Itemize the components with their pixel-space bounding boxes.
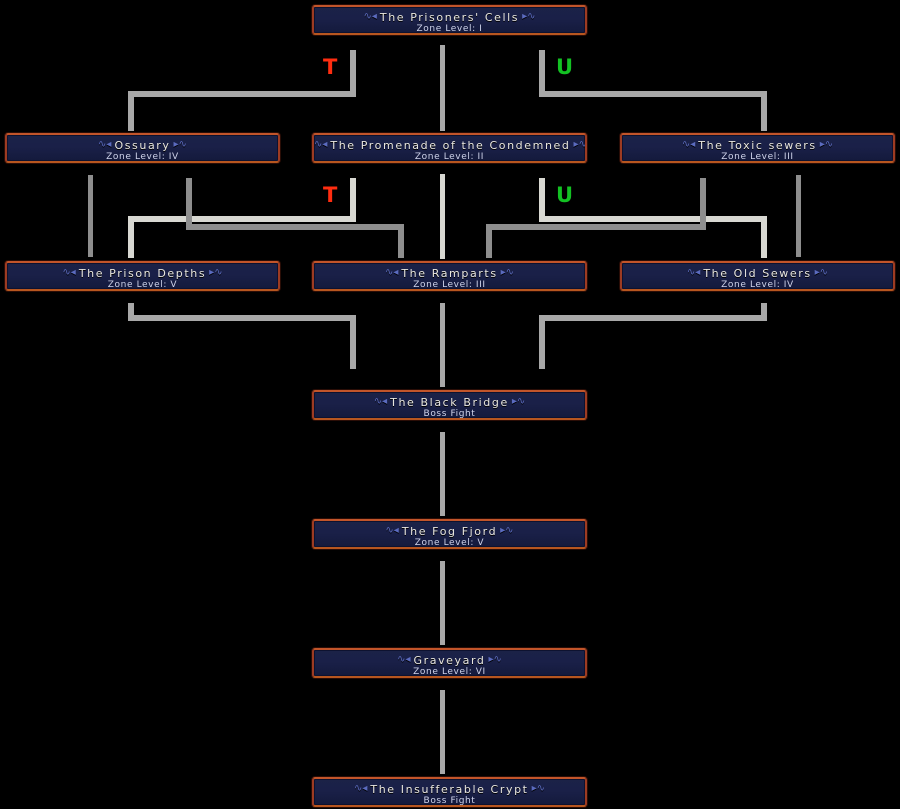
zone-map: T U T U ∿◂ The Prisoners' Cells ▸∿ Zone Le… xyxy=(0,0,900,809)
flourish-right-icon: ▸∿ xyxy=(488,654,502,665)
zone-level: Zone Level: I xyxy=(416,24,483,34)
zone-title: ∿◂ The Promenade of the Condemned ▸∿ xyxy=(314,139,587,152)
edge-ossuary-to-prison-depths xyxy=(88,175,93,257)
edge-cells-to-sewers-horizontal xyxy=(539,91,767,97)
zone-level: Zone Level: VI xyxy=(413,667,486,677)
zone-level: Boss Fight xyxy=(423,409,476,419)
flourish-right-icon: ▸∿ xyxy=(573,139,587,150)
zone-node-ramparts[interactable]: ∿◂ The Ramparts ▸∿ Zone Level: III xyxy=(312,261,587,291)
zone-title: ∿◂ Ossuary ▸∿ xyxy=(98,139,187,152)
edge-cells-to-promenade xyxy=(440,45,445,131)
edge-ramparts-to-black-bridge xyxy=(440,303,445,387)
zone-node-promenade[interactable]: ∿◂ The Promenade of the Condemned ▸∿ Zone … xyxy=(312,133,587,163)
zone-level: Zone Level: V xyxy=(107,280,178,290)
flourish-right-icon: ▸∿ xyxy=(500,525,514,536)
zone-node-toxic-sewers[interactable]: ∿◂ The Toxic sewers ▸∿ Zone Level: III xyxy=(620,133,895,163)
edge-toxic-sewers-to-ramparts-vertical-left xyxy=(486,224,492,258)
flourish-right-icon: ▸∿ xyxy=(814,267,829,278)
zone-node-prison-depths[interactable]: ∿◂ The Prison Depths ▸∿ Zone Level: V xyxy=(5,261,280,291)
edge-ossuary-to-ramparts-vertical-left xyxy=(186,178,192,226)
zone-level: Zone Level: IV xyxy=(721,280,794,290)
edge-promenade-to-prison-depths-horizontal xyxy=(128,216,356,222)
edge-cells-to-ossuary-vertical-right xyxy=(350,50,356,92)
zone-title: ∿◂ The Prisoners' Cells ▸∿ xyxy=(363,11,536,24)
edge-promenade-to-old-sewers-horizontal xyxy=(539,216,767,222)
flourish-right-icon: ▸∿ xyxy=(819,139,834,150)
edge-ossuary-to-ramparts-vertical-right xyxy=(398,224,404,258)
zone-level: Zone Level: III xyxy=(413,280,486,290)
flourish-left-icon: ∿◂ xyxy=(314,139,328,150)
flourish-left-icon: ∿◂ xyxy=(354,783,368,794)
edge-cells-to-ossuary-horizontal xyxy=(128,91,356,97)
zone-title: ∿◂ The Prison Depths ▸∿ xyxy=(62,267,223,280)
flourish-left-icon: ∿◂ xyxy=(98,139,112,150)
edge-promenade-to-prison-depths-vertical-right xyxy=(350,178,356,218)
zone-title: ∿◂ The Old Sewers ▸∿ xyxy=(686,267,829,280)
rune-t-upper: T xyxy=(323,55,338,79)
zone-title: ∿◂ The Fog Fjord ▸∿ xyxy=(385,525,514,538)
zone-level: Boss Fight xyxy=(423,796,476,806)
edge-prison-depths-to-black-bridge-vertical-right xyxy=(350,315,356,369)
edge-promenade-to-old-sewers-vertical-right xyxy=(761,216,767,258)
zone-title: ∿◂ The Black Bridge ▸∿ xyxy=(373,396,526,409)
edge-promenade-to-prison-depths-vertical-left xyxy=(128,216,134,258)
flourish-left-icon: ∿◂ xyxy=(385,525,399,536)
edge-promenade-to-ramparts xyxy=(440,174,445,259)
zone-title: ∿◂ The Insufferable Crypt ▸∿ xyxy=(354,783,545,796)
flourish-right-icon: ▸∿ xyxy=(500,267,515,278)
zone-level: Zone Level: IV xyxy=(106,152,179,162)
edge-cells-to-sewers-vertical-right xyxy=(761,91,767,131)
rune-u-upper: U xyxy=(556,55,574,79)
edge-toxic-sewers-to-old-sewers xyxy=(796,175,801,257)
flourish-right-icon: ▸∿ xyxy=(522,11,536,22)
edge-ossuary-to-ramparts-horizontal xyxy=(186,224,404,230)
edge-cells-to-sewers-vertical-left xyxy=(539,50,545,92)
zone-node-ossuary[interactable]: ∿◂ Ossuary ▸∿ Zone Level: IV xyxy=(5,133,280,163)
rune-t-lower: T xyxy=(323,183,338,207)
flourish-right-icon: ▸∿ xyxy=(531,783,545,794)
edge-toxic-sewers-to-ramparts-vertical-right xyxy=(700,178,706,226)
zone-level: Zone Level: II xyxy=(414,152,485,162)
flourish-left-icon: ∿◂ xyxy=(373,396,388,407)
flourish-right-icon: ▸∿ xyxy=(511,396,526,407)
flourish-left-icon: ∿◂ xyxy=(397,654,411,665)
zone-title: ∿◂ The Ramparts ▸∿ xyxy=(384,267,515,280)
edge-fog-fjord-to-graveyard xyxy=(440,561,445,645)
zone-level: Zone Level: V xyxy=(414,538,485,548)
zone-node-graveyard[interactable]: ∿◂ Graveyard ▸∿ Zone Level: VI xyxy=(312,648,587,678)
zone-title: ∿◂ Graveyard ▸∿ xyxy=(397,654,502,667)
edge-black-bridge-to-fog-fjord xyxy=(440,432,445,516)
edge-old-sewers-to-black-bridge-horizontal xyxy=(539,315,767,321)
flourish-left-icon: ∿◂ xyxy=(384,267,399,278)
edge-promenade-to-old-sewers-vertical-left xyxy=(539,178,545,218)
rune-u-lower: U xyxy=(556,183,574,207)
edge-old-sewers-to-black-bridge-vertical-left xyxy=(539,315,545,369)
edge-graveyard-to-insufferable-crypt xyxy=(440,690,445,774)
flourish-left-icon: ∿◂ xyxy=(363,11,377,22)
zone-node-insufferable-crypt[interactable]: ∿◂ The Insufferable Crypt ▸∿ Boss Fight xyxy=(312,777,587,807)
flourish-left-icon: ∿◂ xyxy=(686,267,701,278)
zone-node-old-sewers[interactable]: ∿◂ The Old Sewers ▸∿ Zone Level: IV xyxy=(620,261,895,291)
flourish-right-icon: ▸∿ xyxy=(173,139,187,150)
zone-node-fog-fjord[interactable]: ∿◂ The Fog Fjord ▸∿ Zone Level: V xyxy=(312,519,587,549)
zone-node-prisoners-cells[interactable]: ∿◂ The Prisoners' Cells ▸∿ Zone Level: I xyxy=(312,5,587,35)
edge-prison-depths-to-black-bridge-horizontal xyxy=(128,315,356,321)
flourish-right-icon: ▸∿ xyxy=(209,267,223,278)
flourish-left-icon: ∿◂ xyxy=(681,139,696,150)
flourish-left-icon: ∿◂ xyxy=(62,267,76,278)
zone-level: Zone Level: III xyxy=(721,152,794,162)
edge-toxic-sewers-to-ramparts-horizontal xyxy=(486,224,706,230)
zone-title: ∿◂ The Toxic sewers ▸∿ xyxy=(681,139,834,152)
zone-node-black-bridge[interactable]: ∿◂ The Black Bridge ▸∿ Boss Fight xyxy=(312,390,587,420)
edge-cells-to-ossuary-vertical-left xyxy=(128,91,134,131)
